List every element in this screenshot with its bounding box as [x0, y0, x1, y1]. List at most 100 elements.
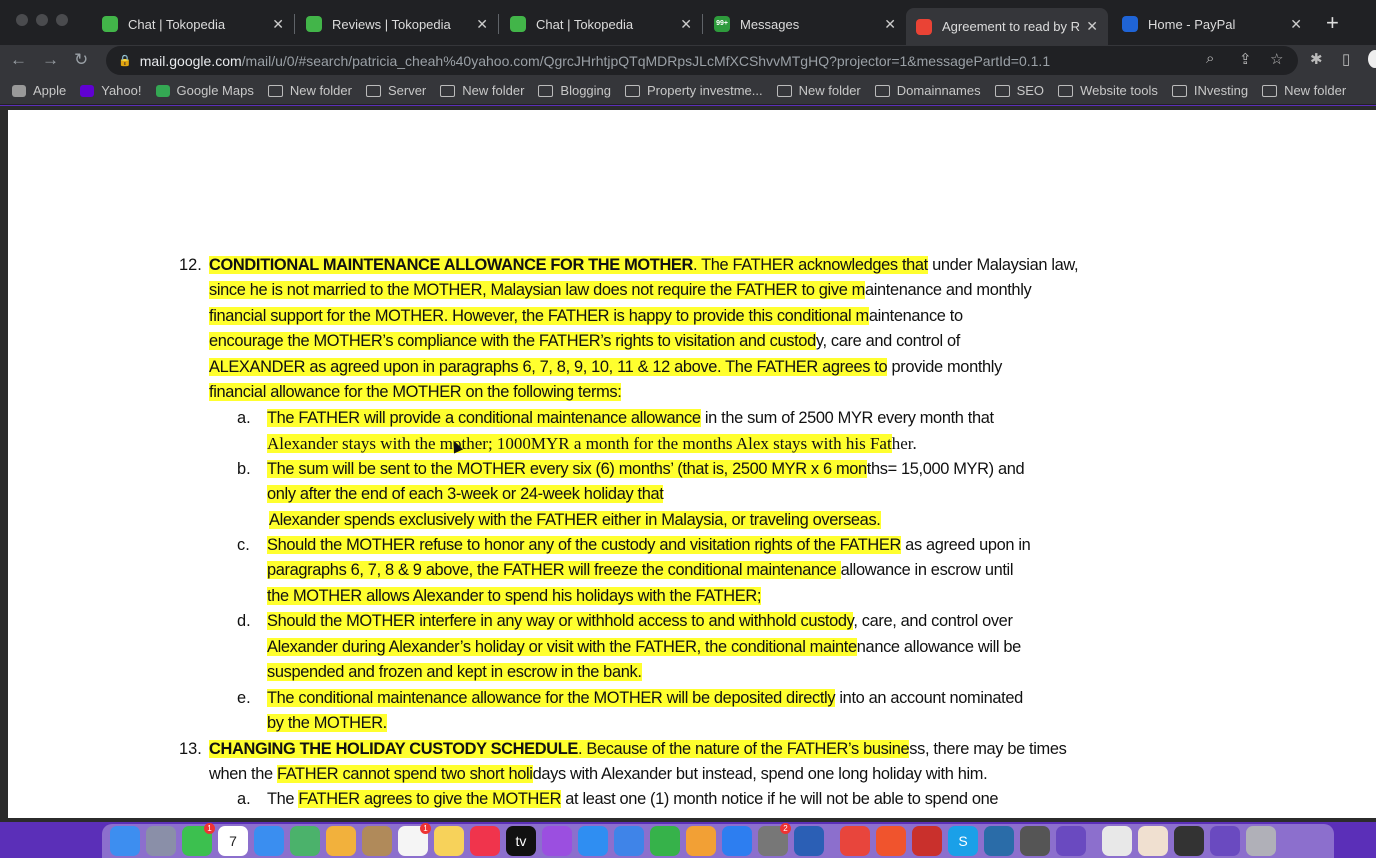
document-3-icon[interactable]: [1174, 826, 1204, 856]
document-viewer: 12. CONDITIONAL MAINTENANCE ALLOWANCE FOR…: [0, 106, 1376, 822]
document-line: the MOTHER allows Alexander to spend his…: [267, 586, 761, 606]
extensions-icon[interactable]: ✱: [1310, 50, 1323, 68]
bookmark-label: Yahoo!: [101, 83, 142, 98]
trash-icon[interactable]: [1246, 826, 1276, 856]
document-2-icon[interactable]: [1138, 826, 1168, 856]
bookmark-item[interactable]: Yahoo!: [80, 83, 142, 98]
maps-icon: [155, 84, 170, 97]
highlighted-text: only after the end of each 3-week or 24-…: [267, 485, 664, 504]
tab[interactable]: Agreement to read by Ra ✕: [906, 8, 1108, 45]
zoom-window-button[interactable]: [56, 14, 68, 26]
highlighted-text: financial allowance for the MOTHER on th…: [209, 383, 622, 402]
calendar-icon[interactable]: 7: [218, 826, 248, 856]
bookmark-item[interactable]: Domainnames: [874, 83, 981, 98]
music-icon[interactable]: [470, 826, 500, 856]
close-tab-icon[interactable]: ✕: [272, 16, 284, 33]
close-tab-icon[interactable]: ✕: [1086, 18, 1098, 35]
reminders-icon[interactable]: 1: [398, 823, 431, 856]
screen-recorder-2-icon[interactable]: [1210, 826, 1240, 856]
text-segment: ss, there may be times: [909, 739, 1067, 758]
podcasts-icon[interactable]: [542, 826, 572, 856]
lastpass-icon[interactable]: [912, 826, 942, 856]
tab[interactable]: Reviews | Tokopedia ✕: [296, 8, 498, 40]
bookmark-item[interactable]: Property investme...: [625, 83, 763, 98]
address-bar[interactable]: 🔒 mail.google.com/mail/u/0/#search/patri…: [106, 46, 1298, 75]
system-preferences-icon[interactable]: 2: [758, 823, 791, 856]
side-panel-icon[interactable]: ▯: [1342, 50, 1350, 68]
bookmark-item[interactable]: New folder: [1262, 83, 1346, 98]
text-segment: y, care and control of: [815, 332, 961, 351]
apple-tv-icon[interactable]: tv: [506, 826, 536, 856]
text-segment: aintenance to: [868, 306, 963, 325]
bookmark-star-icon[interactable]: ☆: [1270, 50, 1283, 68]
tab[interactable]: Home - PayPal ✕: [1112, 8, 1312, 40]
maps-icon[interactable]: [290, 826, 320, 856]
notes-icon[interactable]: [434, 826, 464, 856]
toolbar: ← → ↻ 🔒 mail.google.com/mail/u/0/#search…: [0, 45, 1376, 77]
numbers-icon[interactable]: [650, 826, 680, 856]
document-line: Alexander spends exclusively with the FA…: [269, 510, 881, 530]
profile-avatar[interactable]: [1368, 50, 1376, 68]
tab-title: Chat | Tokopedia: [536, 16, 634, 32]
launchpad-icon[interactable]: [146, 826, 176, 856]
tab-title: Messages: [740, 16, 800, 32]
contacts-icon[interactable]: [362, 826, 392, 856]
word-icon[interactable]: [794, 826, 824, 856]
mail-icon[interactable]: [254, 826, 284, 856]
close-tab-icon[interactable]: ✕: [476, 16, 488, 33]
skype-icon[interactable]: S: [948, 826, 978, 856]
gmail-icon: [916, 18, 932, 35]
window-controls[interactable]: [16, 14, 68, 26]
list-marker: a.: [237, 408, 251, 427]
document-line: when the FATHER cannot spend two short h…: [209, 765, 988, 784]
folder-icon: [267, 84, 283, 97]
list-marker: b.: [237, 459, 251, 478]
text-segment: ths= 15,000 MYR) and: [866, 459, 1025, 478]
tokopedia-icon: [102, 16, 118, 32]
document-line: by the MOTHER.: [267, 714, 387, 733]
close-tab-icon[interactable]: ✕: [680, 16, 692, 33]
tokopedia-icon: [306, 16, 322, 32]
bookmark-item[interactable]: SEO: [994, 83, 1044, 98]
quicktime-icon[interactable]: [984, 826, 1014, 856]
document-line: suspended and frozen and kept in escrow …: [267, 663, 642, 682]
app-store-icon[interactable]: [722, 826, 752, 856]
calculator-icon[interactable]: [1020, 826, 1050, 856]
keynote-icon[interactable]: [614, 826, 644, 856]
bookmark-item[interactable]: Website tools: [1058, 83, 1158, 98]
document-icon[interactable]: [1102, 826, 1132, 856]
new-tab-button[interactable]: +: [1326, 10, 1339, 36]
tab[interactable]: 99+ Messages ✕: [704, 8, 906, 40]
tab[interactable]: Chat | Tokopedia ✕: [500, 8, 702, 40]
close-tab-icon[interactable]: ✕: [884, 16, 896, 33]
chrome-icon[interactable]: [840, 826, 870, 856]
screen-recorder-icon[interactable]: [1056, 826, 1086, 856]
bookmark-label: New folder: [289, 83, 352, 98]
safari-icon[interactable]: [578, 826, 608, 856]
tab[interactable]: Chat | Tokopedia ✕: [92, 8, 294, 40]
bookmark-item[interactable]: New folder: [440, 83, 524, 98]
paypal-icon: [1122, 16, 1138, 32]
bookmark-item[interactable]: Apple: [12, 83, 66, 98]
document-line: Should the MOTHER refuse to honor any of…: [267, 535, 1031, 555]
bookmark-item[interactable]: New folder: [776, 83, 861, 98]
brave-icon[interactable]: [876, 826, 906, 856]
pages-icon[interactable]: [686, 826, 716, 856]
bookmark-item[interactable]: New folder: [267, 83, 352, 98]
bookmark-item[interactable]: INvesting: [1171, 83, 1248, 98]
forward-icon[interactable]: →: [42, 50, 59, 70]
reload-icon[interactable]: ↻: [74, 50, 88, 70]
bookmark-item[interactable]: Blogging: [538, 83, 611, 98]
bookmark-item[interactable]: Server: [365, 83, 426, 98]
zoom-icon[interactable]: ⌕: [1206, 50, 1214, 67]
finder-icon[interactable]: [110, 826, 140, 856]
back-icon[interactable]: ←: [10, 50, 27, 70]
share-icon[interactable]: ⇪: [1239, 50, 1252, 68]
minimize-window-button[interactable]: [36, 14, 48, 26]
section-heading: CONDITIONAL MAINTENANCE ALLOWANCE FOR TH…: [209, 256, 694, 274]
bookmark-item[interactable]: Google Maps: [155, 83, 254, 98]
close-tab-icon[interactable]: ✕: [1290, 16, 1302, 33]
photos-icon[interactable]: [326, 826, 356, 856]
close-window-button[interactable]: [16, 14, 28, 26]
facetime-icon[interactable]: 1: [182, 823, 215, 856]
